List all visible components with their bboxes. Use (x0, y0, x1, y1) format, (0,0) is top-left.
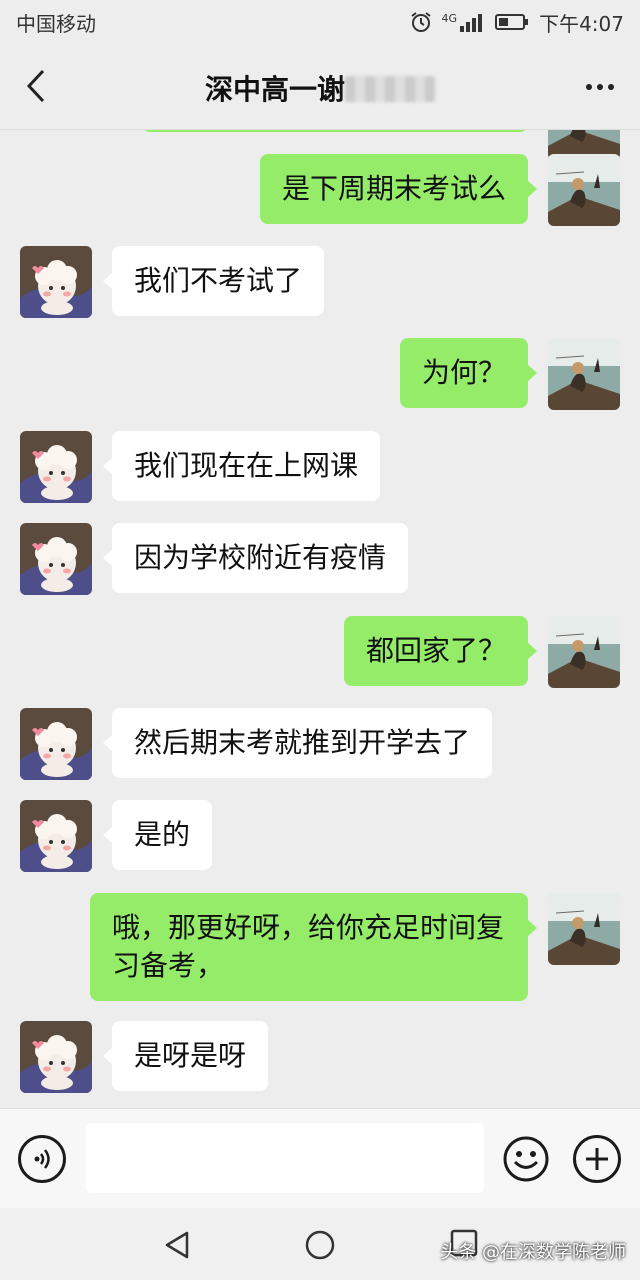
emoji-button[interactable] (502, 1135, 550, 1183)
voice-button[interactable] (18, 1135, 66, 1183)
input-bar (0, 1108, 640, 1208)
chat-title: 深中高一谢 (0, 68, 640, 108)
message-bubble-incoming[interactable]: 我们不考试了 (102, 246, 325, 316)
contact-avatar[interactable] (20, 431, 92, 503)
signal-icon: 4G (442, 12, 486, 32)
voice-icon (34, 1149, 50, 1169)
contact-avatar[interactable] (20, 246, 92, 318)
message-bubble-incoming[interactable]: 是呀是呀 (102, 1021, 269, 1091)
my-avatar[interactable] (548, 616, 620, 688)
emoji-icon (503, 1136, 549, 1182)
status-icons: 4G 下午4:07 (410, 8, 624, 37)
more-dots-icon (586, 84, 592, 90)
message-input[interactable] (86, 1123, 484, 1193)
chat-header: 深中高一谢 (0, 44, 640, 130)
message-list[interactable]: 是下周期末考试么 我们不考试了 为何？ 我们现在在上网课 因为学校附近有疫情 都… (0, 130, 640, 1108)
alarm-icon (410, 12, 431, 32)
chat-title-text: 深中高一谢 (204, 73, 345, 106)
contact-avatar[interactable] (20, 708, 92, 780)
my-avatar[interactable] (548, 893, 620, 965)
watermark: 头条 @在深数学陈老师 (440, 1242, 626, 1263)
more-functions-button[interactable] (573, 1135, 621, 1183)
message-bubble-outgoing[interactable]: 是下周期末考试么 (259, 154, 538, 224)
carrier-label: 中国移动 (16, 11, 96, 36)
status-bar: 中国移动 4G 下午4:07 (0, 0, 640, 44)
message-bubble-incoming[interactable]: 是的 (102, 800, 213, 870)
contact-avatar[interactable] (20, 523, 92, 595)
contact-avatar[interactable] (20, 800, 92, 872)
nav-back-icon[interactable] (163, 1230, 191, 1260)
redacted-name (345, 76, 435, 102)
message-bubble-incoming[interactable]: 我们现在在上网课 (102, 431, 381, 501)
previous-message-bubble (142, 130, 528, 132)
battery-icon (495, 14, 529, 30)
message-bubble-incoming[interactable]: 然后期末考就推到开学去了 (102, 708, 493, 778)
message-bubble-incoming[interactable]: 因为学校附近有疫情 (102, 523, 409, 593)
message-bubble-outgoing[interactable]: 为何？ (399, 338, 538, 408)
more-button[interactable] (580, 74, 620, 100)
plus-icon (586, 1148, 608, 1170)
message-bubble-outgoing[interactable]: 哦，那更好呀，给你充足时间复习备考， (90, 893, 537, 1001)
contact-avatar[interactable] (20, 1021, 92, 1093)
time-label: 下午4:07 (539, 11, 624, 36)
nav-home-icon[interactable] (304, 1229, 336, 1261)
my-avatar[interactable] (548, 154, 620, 226)
network-label: 4G (441, 12, 458, 25)
my-avatar[interactable] (548, 338, 620, 410)
message-bubble-outgoing[interactable]: 都回家了？ (343, 616, 538, 686)
system-nav-bar: 头条 @在深数学陈老师 (0, 1208, 640, 1280)
